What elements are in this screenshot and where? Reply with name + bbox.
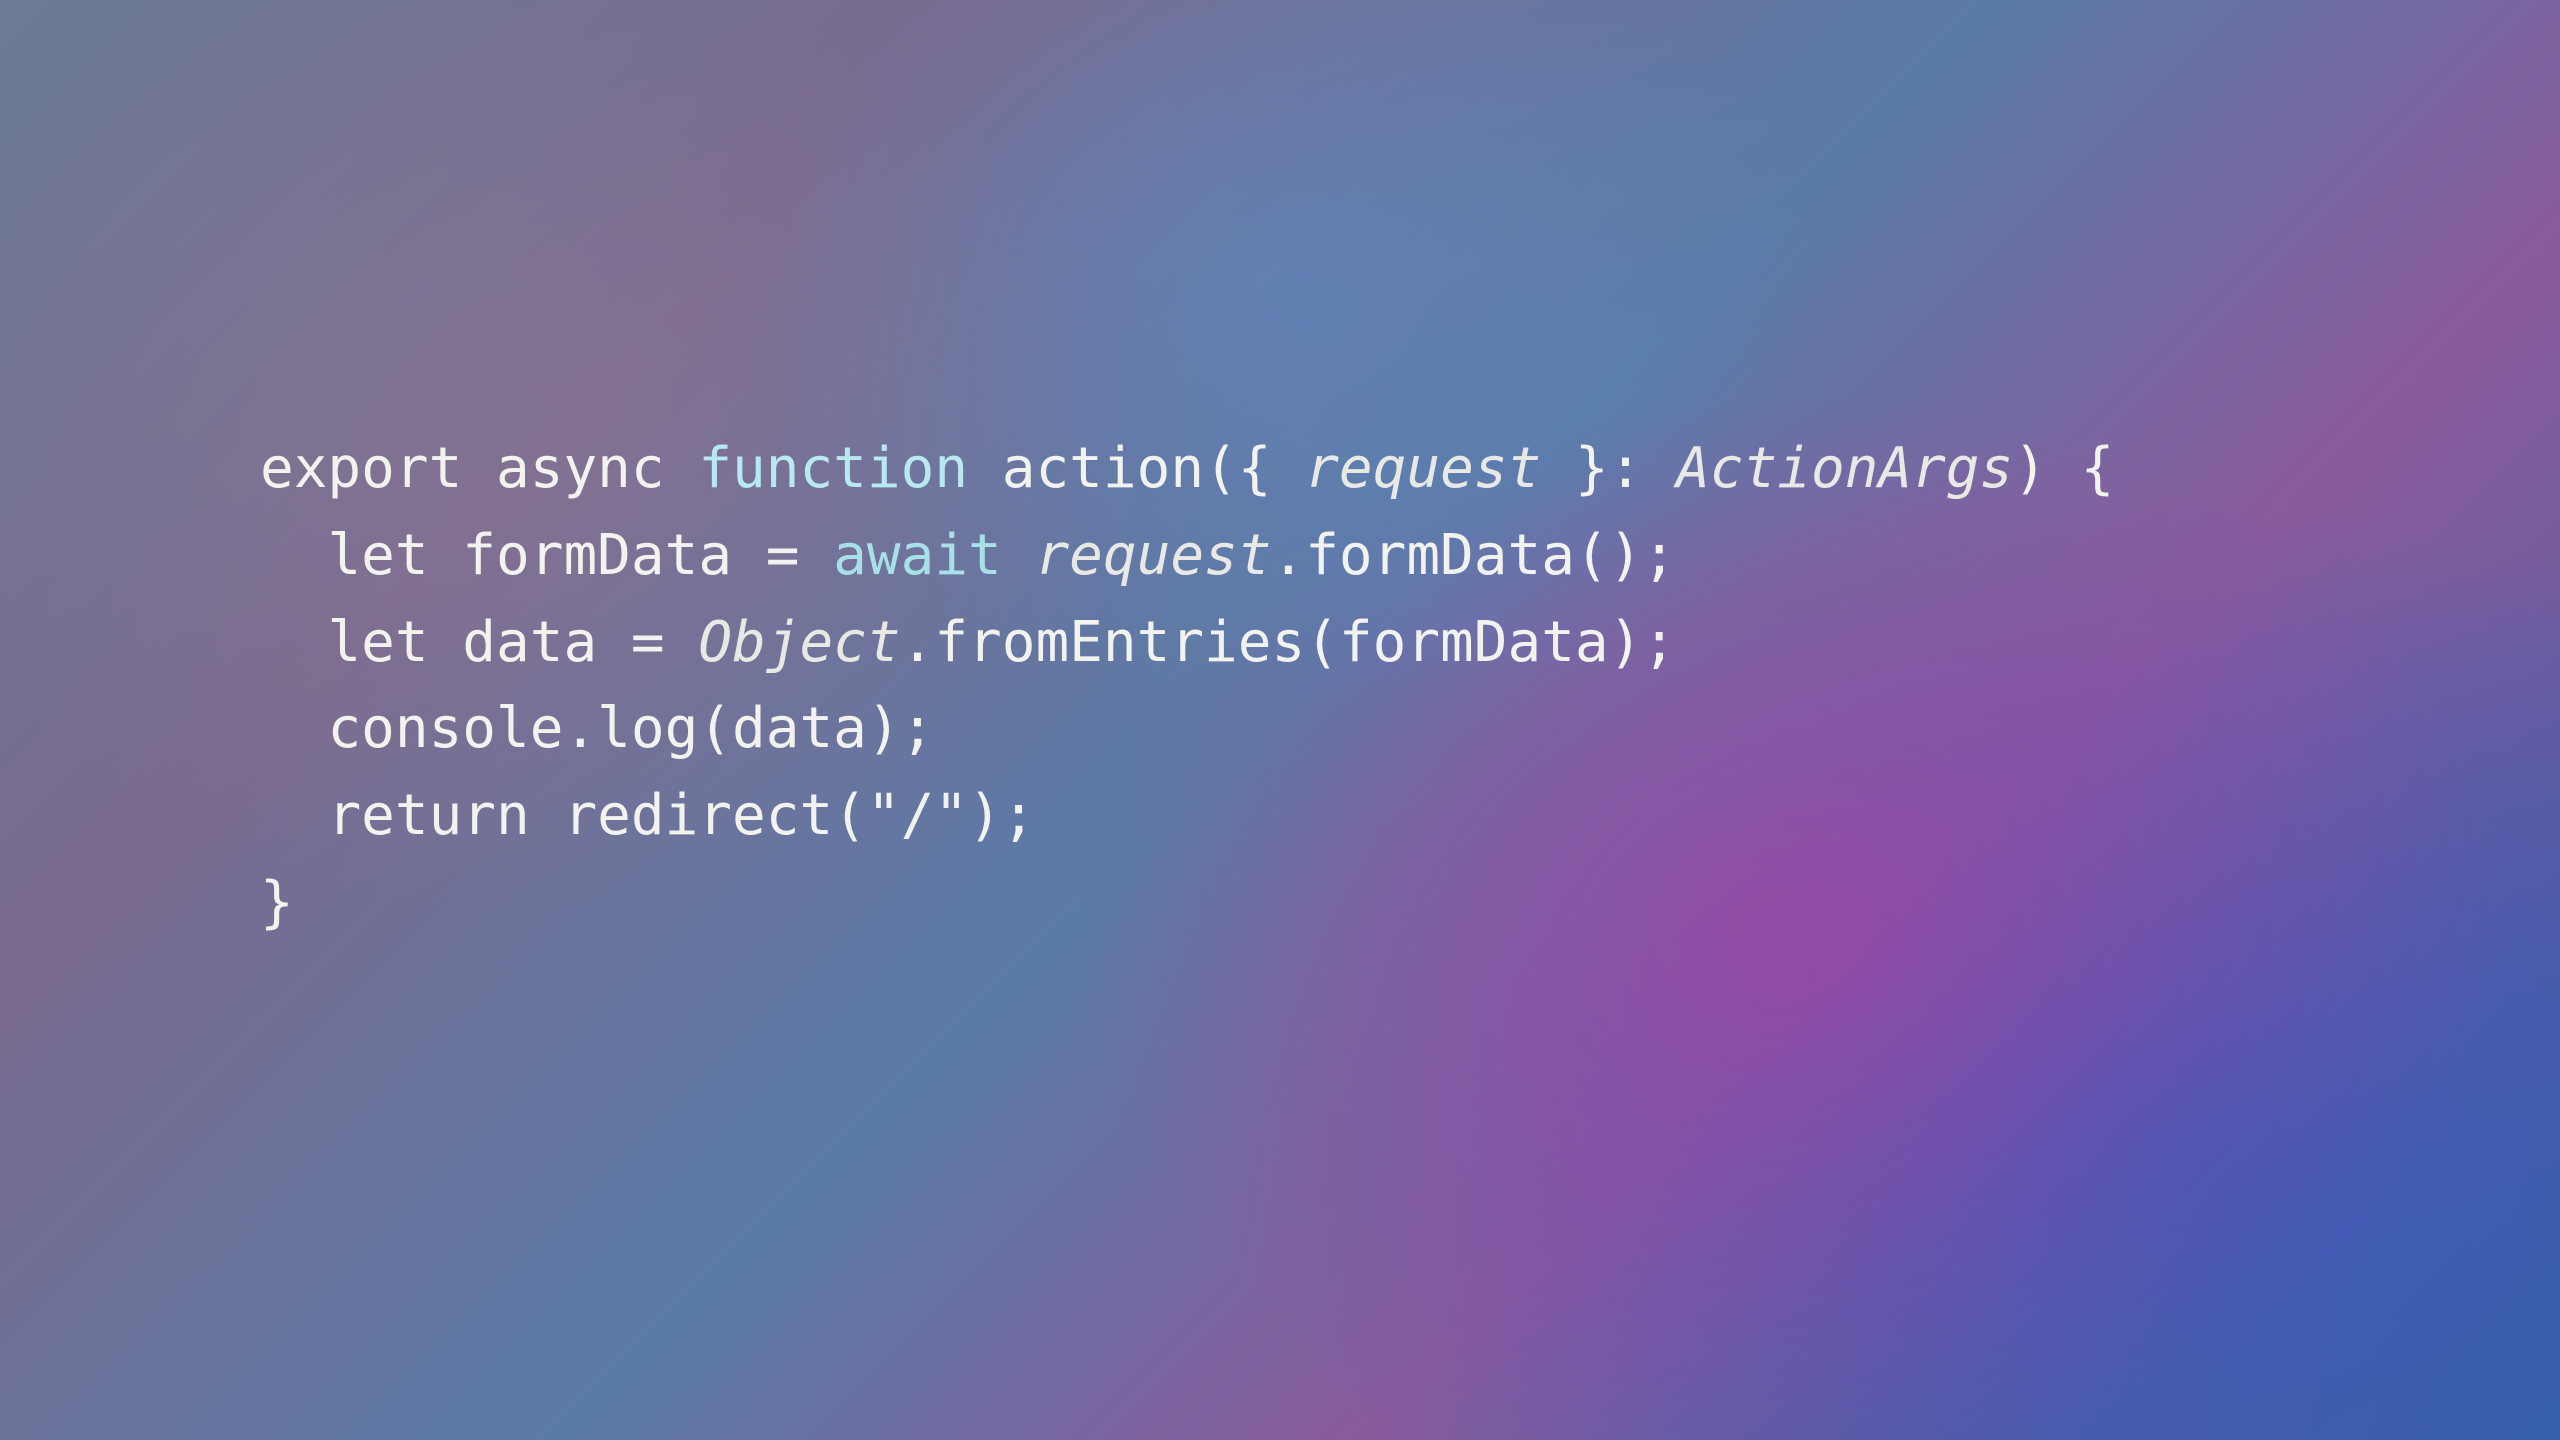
code-token: data = [429, 610, 699, 675]
code-token: ) { [2013, 436, 2114, 501]
code-token: "/" [867, 783, 968, 848]
code-token: export [260, 436, 462, 501]
code-block: export async function action({ request }… [260, 426, 2114, 947]
code-token: .formData(); [1271, 523, 1676, 588]
code-token: }: [1541, 436, 1676, 501]
code-line: let data = Object.fromEntries(formData); [260, 600, 2114, 687]
code-token: let [327, 523, 428, 588]
code-token: await [833, 523, 1002, 588]
code-token: ); [968, 783, 1035, 848]
code-line: return redirect("/"); [260, 773, 2114, 860]
code-token [462, 436, 496, 501]
code-token: action [1002, 436, 1204, 501]
code-token: async [496, 436, 665, 501]
code-token: } [260, 870, 294, 935]
code-token: function [698, 436, 968, 501]
code-token: redirect( [530, 783, 867, 848]
code-token: Object [698, 610, 900, 675]
code-token [1002, 523, 1036, 588]
code-token: formData = [429, 523, 834, 588]
code-token: console.log(data); [327, 696, 934, 761]
code-line: } [260, 860, 2114, 947]
code-token [665, 436, 699, 501]
code-token: ActionArgs [1676, 436, 2013, 501]
code-line: let formData = await request.formData(); [260, 513, 2114, 600]
code-token: request [1035, 523, 1271, 588]
code-token: let [327, 610, 428, 675]
code-line: console.log(data); [260, 686, 2114, 773]
code-token: request [1305, 436, 1541, 501]
code-token: ({ [1204, 436, 1305, 501]
code-line: export async function action({ request }… [260, 426, 2114, 513]
code-token: .fromEntries(formData); [901, 610, 1676, 675]
code-token: return [327, 783, 529, 848]
code-token [968, 436, 1002, 501]
